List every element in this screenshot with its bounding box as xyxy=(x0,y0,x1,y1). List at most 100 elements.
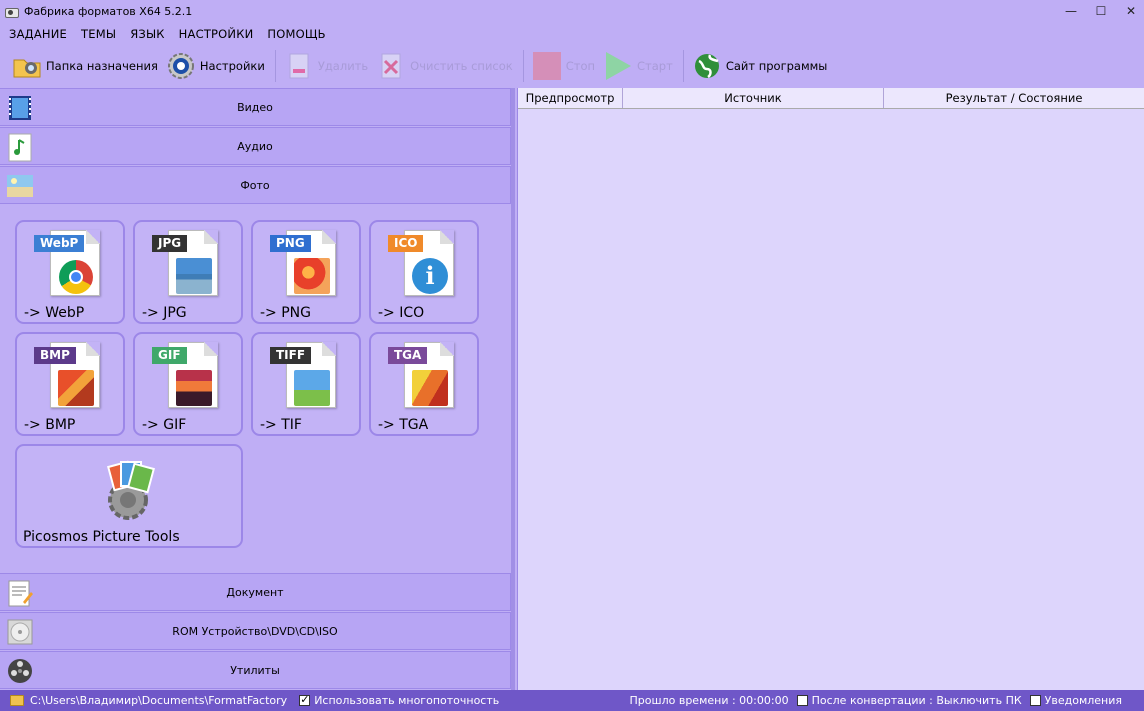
format-gif-tile[interactable]: GIF -> GIF xyxy=(133,332,243,436)
format-tif-tile[interactable]: TIFF -> TIF xyxy=(251,332,361,436)
format-badge: GIF xyxy=(152,347,187,364)
status-bar: C:\Users\Владимир\Documents\FormatFactor… xyxy=(0,690,1144,711)
format-badge: TGA xyxy=(388,347,428,364)
multithread-label: Использовать многопоточность xyxy=(314,694,500,707)
toolbar-separator xyxy=(682,50,684,82)
format-label: -> JPG xyxy=(142,305,187,321)
column-preview[interactable]: Предпросмотр xyxy=(518,88,623,108)
format-badge: ICO xyxy=(388,235,424,252)
website-label: Сайт программы xyxy=(725,59,828,73)
after-convert-label: После конвертации : Выключить ПК xyxy=(811,694,1022,707)
category-rom-label: ROM Устройство\DVD\CD\ISO xyxy=(172,624,338,638)
folder-icon xyxy=(12,51,42,81)
menu-bar: ЗАДАНИЕ ТЕМЫ ЯЗЫК НАСТРОЙКИ ПОМОЩЬ xyxy=(0,24,340,44)
clear-list-button[interactable]: Очистить список xyxy=(376,48,513,84)
multithread-checkbox[interactable] xyxy=(299,693,311,706)
stop-button[interactable]: Стоп xyxy=(532,48,595,84)
start-button[interactable]: Старт xyxy=(603,48,673,84)
window-controls: — ☐ ✕ xyxy=(1054,0,1144,22)
format-label: -> ICO xyxy=(378,305,425,321)
folder-icon xyxy=(10,695,24,706)
toolbar-separator xyxy=(522,50,524,82)
website-button[interactable]: Сайт программы xyxy=(692,48,828,84)
chrome-icon xyxy=(59,260,93,294)
format-tga-tile[interactable]: TGA -> TGA xyxy=(369,332,479,436)
maximize-button[interactable]: ☐ xyxy=(1088,0,1114,22)
menu-language[interactable]: ЯЗЫК xyxy=(130,27,164,41)
output-folder-label: Папка назначения xyxy=(46,59,158,73)
disc-drive-icon xyxy=(5,617,35,647)
format-png-tile[interactable]: PNG -> PNG xyxy=(251,220,361,324)
globe-icon xyxy=(692,51,722,81)
settings-label: Настройки xyxy=(199,59,265,73)
stop-icon xyxy=(532,51,562,81)
format-badge: BMP xyxy=(34,347,76,364)
paint-icon xyxy=(58,370,94,406)
delete-button[interactable]: Удалить xyxy=(284,48,368,84)
elapsed-time: Прошло времени : 00:00:00 xyxy=(629,694,789,707)
toolbar: Папка назначения Настройки Удалить Очист… xyxy=(0,46,1144,86)
sunset-icon xyxy=(176,370,212,406)
left-panel: Видео Аудио Фото WebP -> WebP JPG -> JPG… xyxy=(0,88,515,690)
column-source[interactable]: Источник xyxy=(623,88,884,108)
clear-list-icon xyxy=(376,51,406,81)
category-audio[interactable]: Аудио xyxy=(0,127,511,165)
delete-label: Удалить xyxy=(317,59,369,73)
settings-button[interactable]: Настройки xyxy=(166,48,265,84)
format-badge: WebP xyxy=(34,235,85,252)
format-label: -> BMP xyxy=(24,417,76,433)
category-video-label: Видео xyxy=(237,100,273,114)
notifications-checkbox[interactable] xyxy=(1029,695,1041,706)
title-bar: Фабрика форматов X64 5.2.1 — ☐ ✕ xyxy=(0,0,1144,22)
info-icon: i xyxy=(412,258,448,294)
flower-icon xyxy=(294,258,330,294)
toolbar-separator xyxy=(274,50,276,82)
app-icon xyxy=(5,5,19,18)
format-badge: JPG xyxy=(152,235,188,252)
format-label: -> GIF xyxy=(142,417,187,433)
category-utilities[interactable]: Утилиты xyxy=(0,651,511,689)
delete-icon xyxy=(284,51,314,81)
output-folder-button[interactable]: Папка назначения xyxy=(12,48,158,84)
task-list-panel[interactable]: Предпросмотр Источник Результат / Состоя… xyxy=(517,88,1144,690)
format-badge: TIFF xyxy=(270,347,312,364)
picture-tools-gear-icon xyxy=(93,460,163,520)
landscape-icon xyxy=(176,258,212,294)
category-rom[interactable]: ROM Устройство\DVD\CD\ISO xyxy=(0,612,511,650)
clear-list-label: Очистить список xyxy=(410,59,513,73)
category-photo-label: Фото xyxy=(240,178,270,192)
abstract-image-icon xyxy=(412,370,448,406)
after-convert-checkbox[interactable] xyxy=(796,695,808,706)
gear-icon xyxy=(166,51,196,81)
meadow-icon xyxy=(294,370,330,406)
category-utilities-label: Утилиты xyxy=(230,663,280,677)
menu-settings[interactable]: НАСТРОЙКИ xyxy=(179,27,254,41)
photo-icon xyxy=(5,171,35,201)
category-document[interactable]: Документ xyxy=(0,573,511,611)
window-title: Фабрика форматов X64 5.2.1 xyxy=(24,4,193,18)
format-badge: PNG xyxy=(270,235,311,252)
output-path[interactable]: C:\Users\Владимир\Documents\FormatFactor… xyxy=(30,694,287,707)
picosmos-tools-tile[interactable]: Picosmos Picture Tools xyxy=(15,444,243,548)
format-label: -> TGA xyxy=(378,417,429,433)
category-photo[interactable]: Фото xyxy=(0,166,511,204)
format-webp-tile[interactable]: WebP -> WebP xyxy=(15,220,125,324)
music-note-icon xyxy=(5,132,35,162)
format-label: -> WebP xyxy=(24,305,85,321)
minimize-button[interactable]: — xyxy=(1058,0,1084,22)
category-document-label: Документ xyxy=(226,585,284,599)
menu-task[interactable]: ЗАДАНИЕ xyxy=(9,27,67,41)
play-icon xyxy=(603,51,633,81)
format-jpg-tile[interactable]: JPG -> JPG xyxy=(133,220,243,324)
menu-themes[interactable]: ТЕМЫ xyxy=(81,27,116,41)
column-result-status[interactable]: Результат / Состояние xyxy=(884,88,1144,108)
format-label: -> TIF xyxy=(260,417,302,433)
format-bmp-tile[interactable]: BMP -> BMP xyxy=(15,332,125,436)
task-list-header: Предпросмотр Источник Результат / Состоя… xyxy=(518,88,1144,109)
menu-help[interactable]: ПОМОЩЬ xyxy=(267,27,325,41)
close-button[interactable]: ✕ xyxy=(1118,0,1144,22)
picosmos-label: Picosmos Picture Tools xyxy=(23,529,180,545)
format-ico-tile[interactable]: ICO i -> ICO xyxy=(369,220,479,324)
document-edit-icon xyxy=(5,578,35,608)
category-video[interactable]: Видео xyxy=(0,88,511,126)
